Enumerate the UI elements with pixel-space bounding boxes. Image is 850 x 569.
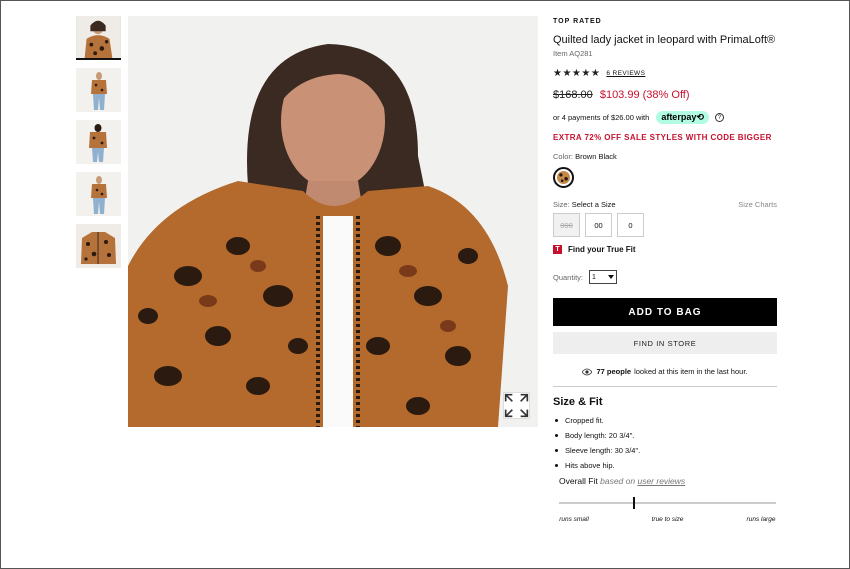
thumbnail-2[interactable] [76, 68, 121, 112]
quantity-row: Quantity: 1 [553, 270, 777, 284]
quantity-label: Quantity: [553, 272, 584, 282]
afterpay-text: or 4 payments of $26.00 with [553, 113, 650, 122]
true-fit-link[interactable]: T Find your True Fit [553, 245, 777, 254]
price-sale: $103.99 (38% Off) [599, 89, 690, 101]
top-rated-badge: TOP RATED [553, 18, 602, 25]
promo-message: EXTRA 72% OFF SALE STYLES WITH CODE BIGG… [553, 133, 772, 142]
color-value: Brown Black [575, 152, 617, 161]
true-fit-icon: T [553, 245, 562, 254]
fit-scale-labels: runs small true to size runs large [559, 516, 776, 524]
afterpay-row: or 4 payments of $26.00 with afterpay⟲ ? [553, 111, 777, 124]
reviews-link[interactable]: 6 REVIEWS [606, 70, 645, 77]
thumbnail-4[interactable] [76, 172, 121, 216]
thumbnail-3[interactable] [76, 120, 121, 164]
size-option-0[interactable]: 0 [617, 213, 644, 237]
list-item: Hits above hip. [553, 461, 777, 470]
color-row: Color: Brown Black [553, 152, 777, 188]
info-icon[interactable]: ? [714, 113, 724, 122]
item-number: Item AQ281 [553, 49, 593, 58]
list-item: Sleeve length: 30 3/4". [553, 446, 777, 455]
user-reviews-link[interactable]: user reviews [637, 476, 685, 486]
divider [553, 386, 777, 387]
fit-scale [559, 497, 776, 509]
viewers-notice: 77 people looked at this item in the las… [553, 367, 777, 376]
size-options: 000 00 0 [553, 213, 777, 237]
size-fit-title: Size & Fit [553, 396, 603, 408]
size-header: Size: Select a Size Size Charts [553, 200, 777, 209]
thumbnail-gallery [76, 16, 121, 276]
list-item: Body length: 20 3/4". [553, 431, 777, 440]
afterpay-logo[interactable]: afterpay⟲ [656, 111, 709, 124]
thumbnail-1[interactable] [76, 16, 121, 60]
find-in-store-button[interactable]: FIND IN STORE [553, 332, 777, 354]
rating-row: ★★★★★ 6 REVIEWS [553, 68, 777, 79]
overall-fit-label: Overall Fit [559, 476, 598, 486]
viewers-text: looked at this item in the last hour. [634, 367, 748, 376]
based-on-text: based on [600, 476, 636, 486]
fit-label-small: runs small [559, 516, 589, 523]
size-option-000[interactable]: 000 [553, 213, 580, 237]
quantity-select[interactable]: 1 [589, 270, 618, 284]
fit-label-true: true to size [651, 516, 684, 523]
eye-icon [582, 368, 593, 375]
price-original: $168.00 [553, 89, 593, 101]
price: $168.00 $103.99 (38% Off) [553, 89, 777, 101]
quantity-value: 1 [592, 273, 596, 281]
fit-marker [632, 497, 635, 509]
product-title: Quilted lady jacket in leopard with Prim… [553, 34, 776, 46]
size-charts-link[interactable]: Size Charts [738, 200, 777, 209]
color-swatch-brown-black[interactable] [553, 167, 574, 188]
star-rating-icon: ★★★★★ [553, 68, 601, 79]
zoom-button[interactable] [503, 392, 530, 419]
size-fit-list: Cropped fit. Body length: 20 3/4". Sleev… [553, 416, 777, 470]
fit-label-large: runs large [746, 516, 776, 523]
size-label: Size: [553, 200, 570, 209]
product-info: TOP RATED Quilted lady jacket in leopard… [553, 16, 777, 524]
true-fit-label: Find your True Fit [568, 245, 636, 254]
chevron-down-icon [608, 275, 615, 279]
list-item: Cropped fit. [553, 416, 777, 425]
expand-icon [504, 393, 529, 418]
viewers-count: 77 people [596, 367, 632, 376]
size-value: Select a Size [571, 200, 616, 209]
color-label: Color: [553, 152, 574, 161]
add-to-bag-button[interactable]: ADD TO BAG [553, 298, 777, 326]
overall-fit: Overall Fit based on user reviews [559, 476, 777, 486]
product-main-image[interactable] [128, 16, 538, 427]
thumbnail-5[interactable] [76, 224, 121, 268]
size-option-00[interactable]: 00 [585, 213, 612, 237]
